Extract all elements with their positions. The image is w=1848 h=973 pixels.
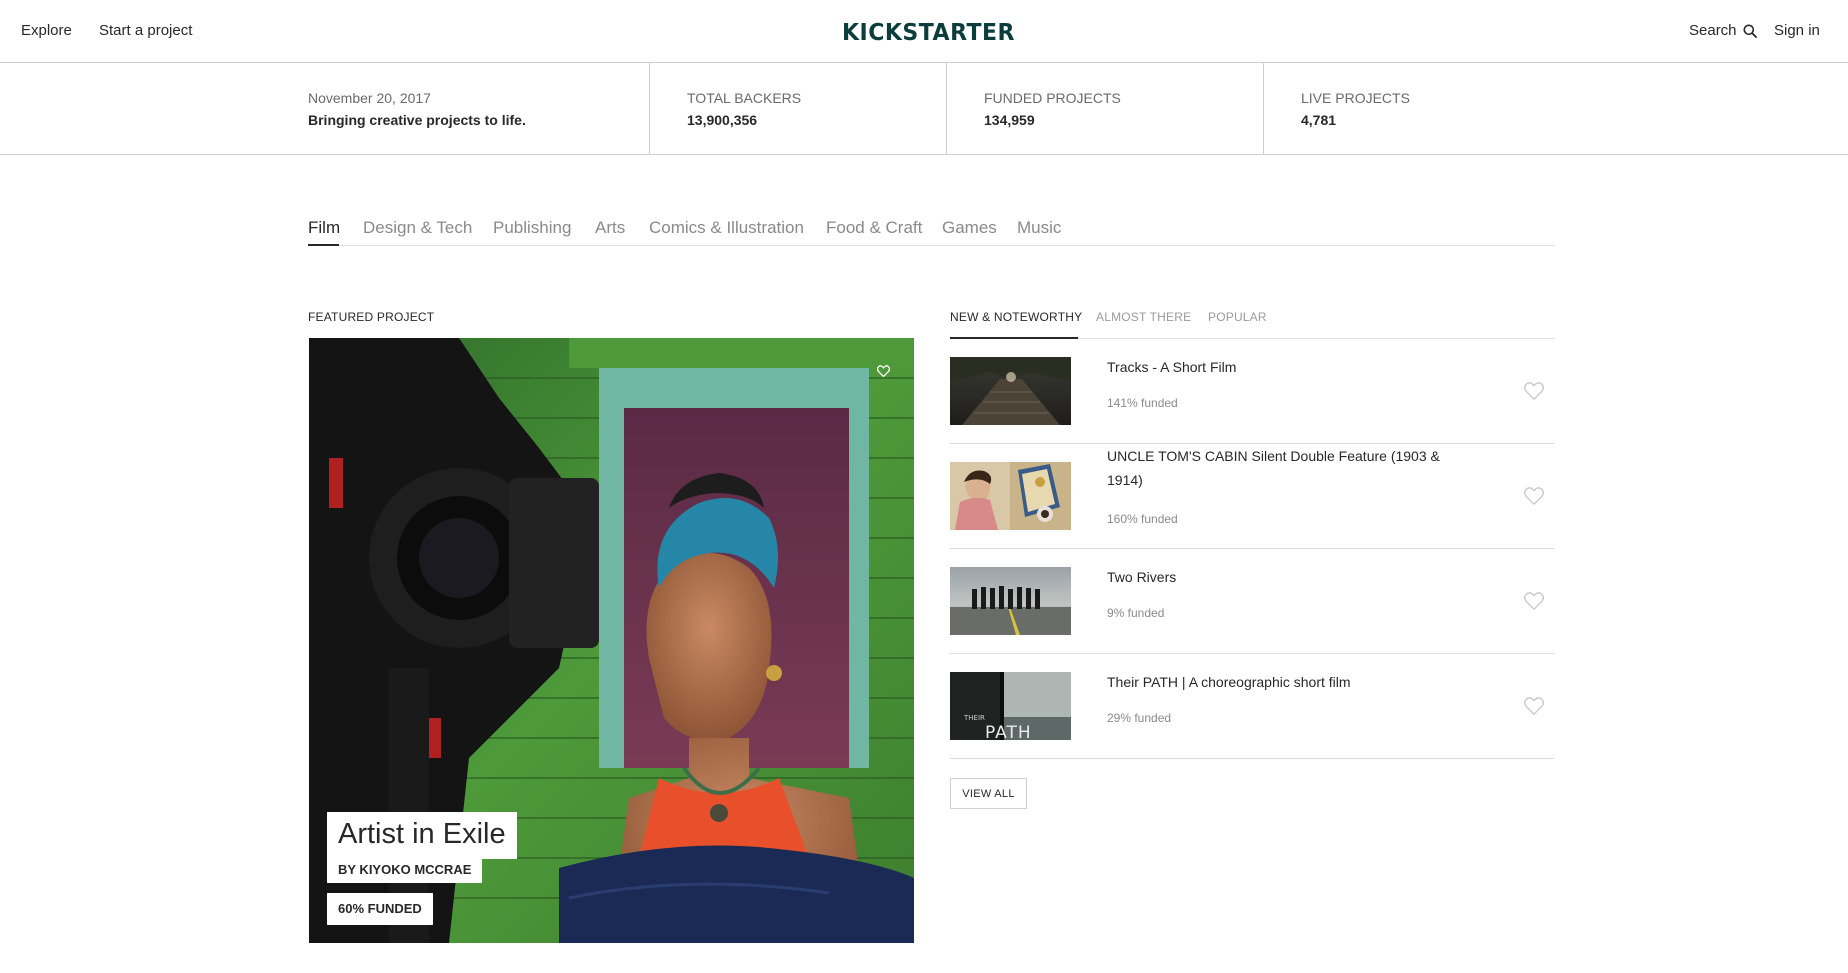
list-item[interactable]: Two Rivers 9% funded — [950, 549, 1554, 654]
thumbnail-their-text: THEIR — [963, 714, 985, 722]
search-button[interactable]: Search — [1689, 22, 1757, 39]
total-backers-label: TOTAL BACKERS — [687, 90, 802, 106]
featured-save-button[interactable] — [868, 356, 898, 386]
heart-icon — [876, 365, 890, 377]
project-title[interactable]: Two Rivers — [1107, 565, 1457, 589]
stats-tagline: Bringing creative projects to life. — [308, 112, 526, 128]
tab-games[interactable]: Games — [942, 218, 997, 238]
start-project-link[interactable]: Start a project — [99, 22, 192, 39]
top-navigation: Explore Start a project KICKSTARTER Sear… — [0, 0, 1848, 63]
featured-project-title[interactable]: Artist in Exile — [327, 812, 517, 859]
project-thumbnail — [950, 567, 1071, 635]
live-projects-label: LIVE PROJECTS — [1301, 90, 1410, 106]
featured-project-label: FEATURED PROJECT — [308, 310, 435, 324]
category-tabs: Film Design & Tech Publishing Arts Comic… — [308, 214, 1554, 246]
featured-project-creator: BY KIYOKO MCCRAE — [327, 857, 483, 883]
heart-icon[interactable] — [1523, 486, 1545, 506]
tab-film[interactable]: Film — [308, 218, 340, 238]
tab-publishing[interactable]: Publishing — [493, 218, 571, 238]
sort-tabs: NEW & NOTEWORTHY ALMOST THERE POPULAR — [950, 306, 1554, 339]
stats-divider — [649, 63, 650, 154]
heart-icon[interactable] — [1523, 381, 1545, 401]
total-backers-value: 13,900,356 — [687, 112, 758, 128]
stats-bar: November 20, 2017 Bringing creative proj… — [0, 63, 1848, 155]
view-all-button[interactable]: VIEW ALL — [950, 778, 1027, 809]
funded-projects-label: FUNDED PROJECTS — [984, 90, 1121, 106]
search-icon — [1743, 24, 1757, 38]
tab-design-tech[interactable]: Design & Tech — [363, 218, 472, 238]
logo-wordmark: KICKSTARTER — [842, 20, 1015, 44]
live-projects-value: 4,781 — [1301, 112, 1337, 128]
tab-arts[interactable]: Arts — [595, 218, 625, 238]
list-item[interactable]: Tracks - A Short Film 141% funded — [950, 339, 1554, 444]
project-thumbnail — [950, 462, 1071, 530]
heart-icon[interactable] — [1523, 591, 1545, 611]
search-label: Search — [1689, 22, 1737, 39]
tab-food-craft[interactable]: Food & Craft — [826, 218, 922, 238]
kickstarter-logo[interactable]: KICKSTARTER — [841, 18, 1016, 44]
heart-icon[interactable] — [1523, 696, 1545, 716]
tab-comics-illustration[interactable]: Comics & Illustration — [649, 218, 804, 238]
stats-divider — [1263, 63, 1264, 154]
project-thumbnail: THEIR PATH — [950, 672, 1071, 740]
project-funded: 160% funded — [1107, 512, 1178, 526]
project-funded: 29% funded — [1107, 711, 1172, 725]
explore-link[interactable]: Explore — [21, 22, 72, 39]
list-item[interactable]: THEIR PATH Their PATH | A choreographic … — [950, 654, 1554, 759]
project-title[interactable]: Their PATH | A choreographic short film — [1107, 670, 1457, 694]
project-title[interactable]: Tracks - A Short Film — [1107, 355, 1457, 379]
tab-music[interactable]: Music — [1017, 218, 1061, 238]
project-funded: 141% funded — [1107, 396, 1178, 410]
project-title[interactable]: UNCLE TOM'S CABIN Silent Double Feature … — [1107, 444, 1457, 492]
active-tab-indicator — [308, 244, 339, 246]
featured-project-funded: 60% FUNDED — [327, 893, 433, 925]
list-item[interactable]: UNCLE TOM'S CABIN Silent Double Feature … — [950, 444, 1554, 549]
funded-projects-value: 134,959 — [984, 112, 1035, 128]
sign-in-link[interactable]: Sign in — [1774, 22, 1820, 39]
project-funded: 9% funded — [1107, 606, 1165, 620]
project-thumbnail — [950, 357, 1071, 425]
stats-date: November 20, 2017 — [308, 90, 431, 106]
tab-almost-there[interactable]: ALMOST THERE — [1096, 310, 1191, 324]
stats-divider — [946, 63, 947, 154]
tab-new-noteworthy[interactable]: NEW & NOTEWORTHY — [950, 310, 1082, 324]
tab-popular[interactable]: POPULAR — [1208, 310, 1267, 324]
thumbnail-path-text: PATH — [985, 723, 1032, 740]
